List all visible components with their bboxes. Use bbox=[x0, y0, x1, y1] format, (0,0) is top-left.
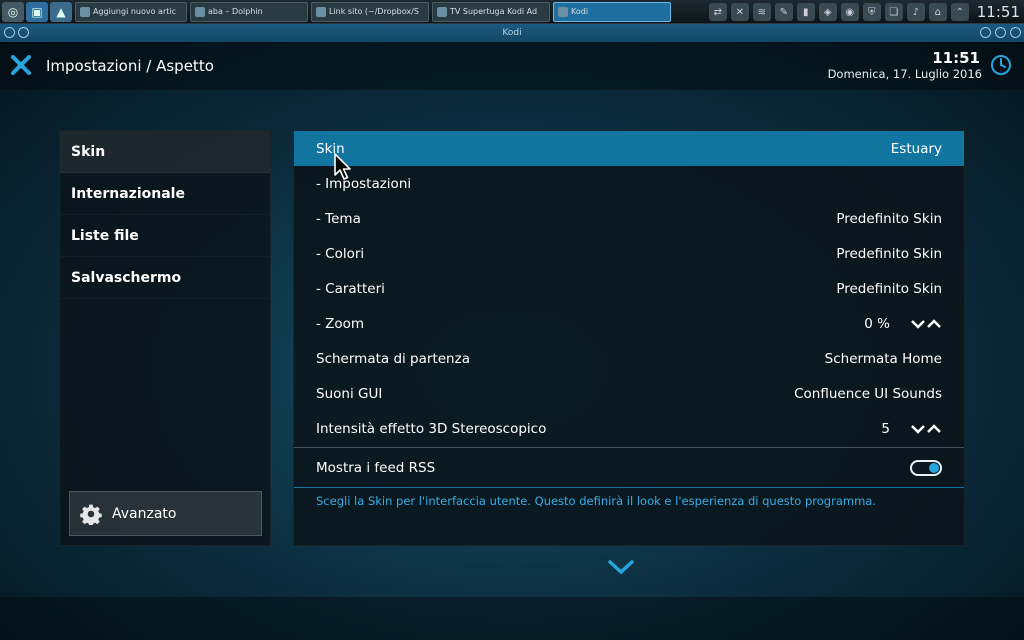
terminal-icon[interactable]: ▮ bbox=[796, 3, 815, 21]
pin-icon[interactable] bbox=[18, 27, 29, 38]
setting-skin[interactable]: Skin Estuary bbox=[294, 131, 964, 166]
clipboard-icon[interactable]: ❏ bbox=[884, 3, 903, 21]
setting-value: Confluence UI Sounds bbox=[794, 385, 942, 402]
settings-panel: Skin Estuary - Impostazioni - Tema Prede… bbox=[293, 130, 965, 546]
show-desktop-icon[interactable]: ▲ bbox=[50, 1, 72, 22]
zoom-spinner[interactable] bbox=[910, 318, 942, 329]
chevron-up-icon[interactable] bbox=[926, 423, 942, 434]
close-icon[interactable] bbox=[1010, 27, 1021, 38]
setting-value: Schermata Home bbox=[824, 350, 942, 367]
kodi-app: Impostazioni / Aspetto 11:51 Domenica, 1… bbox=[0, 42, 1024, 640]
setting-label: - Caratteri bbox=[316, 280, 385, 297]
task-label: aba – Dolphin bbox=[208, 7, 263, 16]
network-icon[interactable]: ≋ bbox=[752, 3, 771, 21]
screenshot-icon[interactable]: ◈ bbox=[818, 3, 837, 21]
category-liste-file[interactable]: Liste file bbox=[60, 215, 270, 257]
task-kodi[interactable]: Kodi bbox=[553, 1, 671, 22]
volume-icon[interactable]: ♪ bbox=[906, 3, 925, 21]
desktop-taskbar: ◎ ▣ ▲ Aggiungi nuovo artic aba – Dolphin… bbox=[0, 0, 1024, 24]
system-tray: ⇄ ✕ ≋ ✎ ▮ ◈ ◉ ⛨ ❏ ♪ ⌂ ⌃ 11:51 bbox=[705, 1, 1020, 23]
minimize-icon[interactable] bbox=[980, 27, 991, 38]
setting-suoni-gui[interactable]: Suoni GUI Confluence UI Sounds bbox=[294, 376, 964, 411]
setting-description: Scegli la Skin per l'interfaccia utente.… bbox=[316, 494, 876, 508]
browser-icon bbox=[80, 6, 90, 17]
setting-label: - Colori bbox=[316, 245, 365, 262]
setting-value: Predefinito Skin bbox=[836, 210, 942, 227]
category-salvaschermo[interactable]: Salvaschermo bbox=[60, 257, 270, 299]
app-header: Impostazioni / Aspetto 11:51 Domenica, 1… bbox=[0, 42, 1024, 90]
task-browser-2[interactable]: TV Supertuga Kodi Ad bbox=[432, 1, 550, 22]
category-skin[interactable]: Skin bbox=[60, 131, 270, 173]
editor-icon bbox=[316, 6, 326, 17]
setting-label: - Impostazioni bbox=[316, 175, 412, 192]
setting-label: Skin bbox=[316, 140, 345, 157]
setting-label: Suoni GUI bbox=[316, 385, 383, 402]
header-date: Domenica, 17. Luglio 2016 bbox=[827, 67, 982, 81]
header-clock: 11:51 bbox=[932, 49, 980, 67]
kodi-icon bbox=[558, 6, 568, 17]
clock-icon bbox=[991, 55, 1011, 75]
setting-impostazioni[interactable]: - Impostazioni bbox=[294, 166, 964, 201]
desktop-icon[interactable]: ▣ bbox=[26, 1, 48, 22]
notes-icon[interactable]: ✎ bbox=[774, 3, 793, 21]
task-dolphin[interactable]: aba – Dolphin bbox=[190, 1, 308, 22]
shield-icon[interactable]: ⛨ bbox=[862, 3, 881, 21]
teamviewer-icon[interactable]: ⇄ bbox=[708, 3, 727, 21]
window-titlebar[interactable]: Kodi bbox=[0, 24, 1024, 42]
setting-label: Intensità effetto 3D Stereoscopico bbox=[316, 420, 547, 437]
setting-tema[interactable]: - Tema Predefinito Skin bbox=[294, 201, 964, 236]
setting-value: 0 % bbox=[864, 315, 890, 332]
app-menu-icon[interactable]: ◎ bbox=[2, 1, 24, 22]
chevron-down-icon[interactable] bbox=[910, 424, 926, 434]
task-label: Kodi bbox=[571, 7, 589, 16]
setting-colori[interactable]: - Colori Predefinito Skin bbox=[294, 236, 964, 271]
maximize-icon[interactable] bbox=[995, 27, 1006, 38]
window-title: Kodi bbox=[502, 28, 522, 38]
window-menu-icon[interactable] bbox=[4, 27, 15, 38]
toggle-knob bbox=[929, 462, 939, 473]
task-editor[interactable]: Link sito (~/Dropbox/S bbox=[311, 1, 429, 22]
category-menu: Skin Internazionale Liste file Salvasche… bbox=[59, 130, 271, 546]
group-separator bbox=[294, 447, 964, 448]
advanced-label: Avanzato bbox=[112, 505, 177, 522]
network-tray-icon[interactable]: ⌂ bbox=[928, 3, 947, 21]
setting-schermata-partenza[interactable]: Schermata di partenza Schermata Home bbox=[294, 341, 964, 376]
advanced-button[interactable]: Avanzato bbox=[69, 491, 262, 536]
mouse-cursor-icon bbox=[334, 153, 351, 180]
kodi-logo-icon[interactable] bbox=[10, 54, 32, 76]
folder-icon bbox=[195, 6, 205, 17]
rss-toggle[interactable] bbox=[910, 459, 942, 476]
task-label: TV Supertuga Kodi Ad bbox=[450, 7, 538, 16]
setting-label: - Tema bbox=[316, 210, 361, 227]
setting-rss[interactable]: Mostra i feed RSS bbox=[294, 450, 964, 485]
setting-zoom[interactable]: - Zoom 0 % bbox=[294, 306, 964, 341]
setting-caratteri[interactable]: - Caratteri Predefinito Skin bbox=[294, 271, 964, 306]
task-label: Link sito (~/Dropbox/S bbox=[329, 7, 419, 16]
task-label: Aggiungi nuovo artic bbox=[93, 7, 176, 16]
eye-icon[interactable]: ◉ bbox=[840, 3, 859, 21]
category-internazionale[interactable]: Internazionale bbox=[60, 173, 270, 215]
stereo-spinner[interactable] bbox=[910, 423, 942, 434]
chevron-up-icon[interactable]: ⌃ bbox=[950, 3, 969, 21]
task-browser[interactable]: Aggiungi nuovo artic bbox=[75, 1, 187, 22]
setting-label: Mostra i feed RSS bbox=[316, 459, 436, 476]
scroll-down-chevron-icon[interactable] bbox=[607, 558, 635, 576]
page-title: Impostazioni / Aspetto bbox=[46, 57, 214, 75]
setting-label: Schermata di partenza bbox=[316, 350, 470, 367]
chevron-up-icon[interactable] bbox=[926, 318, 942, 329]
setting-stereoscopico[interactable]: Intensità effetto 3D Stereoscopico 5 bbox=[294, 411, 964, 446]
setting-value: Estuary bbox=[890, 140, 942, 157]
setting-value: Predefinito Skin bbox=[836, 245, 942, 262]
setting-value: 5 bbox=[881, 420, 890, 437]
gear-icon bbox=[80, 504, 102, 525]
system-clock[interactable]: 11:51 bbox=[977, 3, 1020, 21]
browser-icon bbox=[437, 6, 447, 17]
setting-value: Predefinito Skin bbox=[836, 280, 942, 297]
setting-label: - Zoom bbox=[316, 315, 365, 332]
chevron-down-icon[interactable] bbox=[910, 319, 926, 329]
kodi-tray-icon[interactable]: ✕ bbox=[730, 3, 749, 21]
app-footer bbox=[0, 597, 1024, 640]
